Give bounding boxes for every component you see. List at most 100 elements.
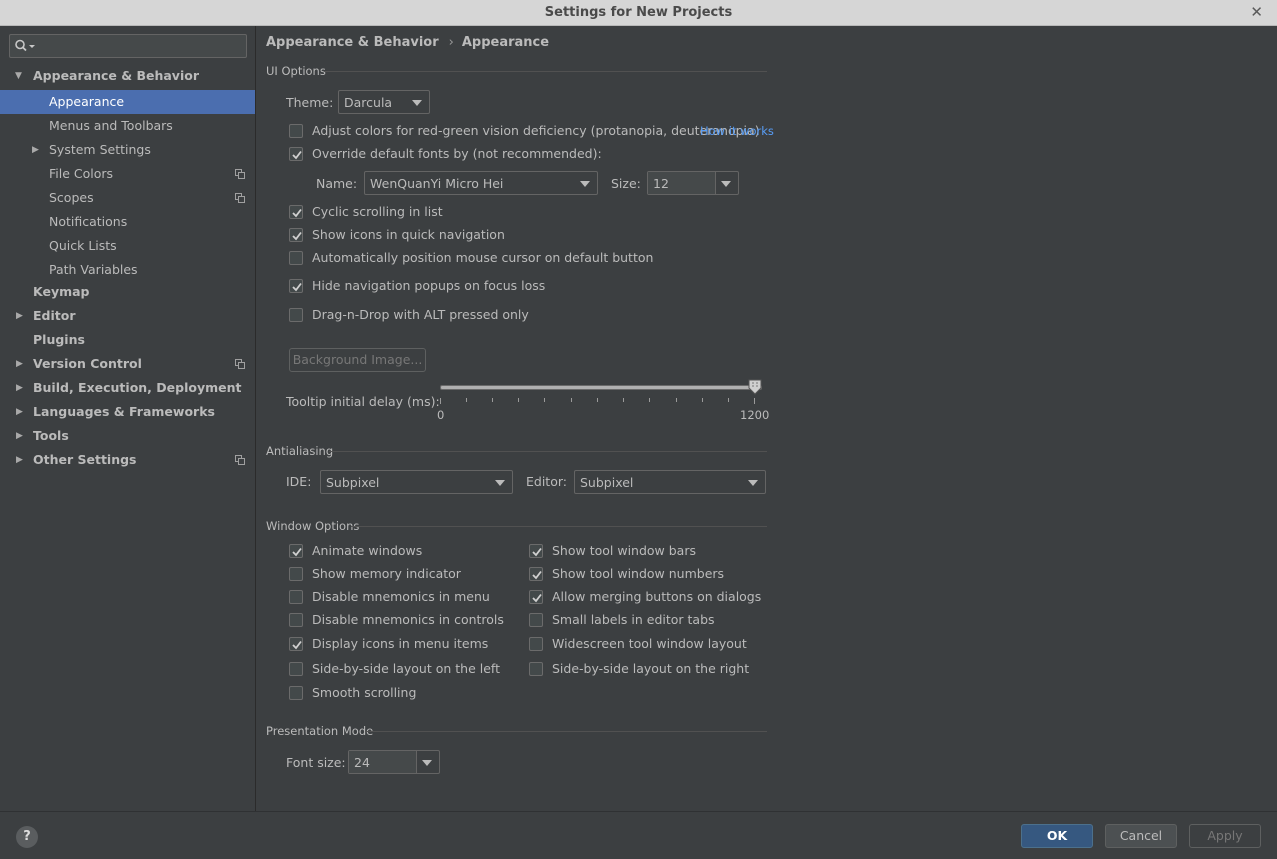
drag-alt-checkbox[interactable]: Drag-n-Drop with ALT pressed only [289, 306, 529, 324]
sidebar-item-tools[interactable]: ▶ Tools [0, 424, 255, 448]
disable-mnemonics-controls-checkbox[interactable]: Disable mnemonics in controls [289, 611, 504, 629]
sidebar-item-other-settings[interactable]: ▶ Other Settings [0, 448, 255, 472]
checkbox-label: Drag-n-Drop with ALT pressed only [312, 307, 529, 322]
chevron-down-icon [412, 100, 422, 106]
close-icon[interactable]: ✕ [1250, 3, 1263, 21]
sidebar-item-editor[interactable]: ▶ Editor [0, 304, 255, 328]
collapsed-arrow-icon: ▶ [32, 145, 39, 155]
chevron-down-icon [748, 480, 758, 486]
cancel-button[interactable]: Cancel [1105, 824, 1177, 848]
small-labels-tabs-checkbox[interactable]: Small labels in editor tabs [529, 611, 715, 629]
window-title: Settings for New Projects [544, 5, 733, 20]
sidebar-item-system-settings[interactable]: ▶ System Settings [0, 138, 255, 162]
display-icons-menu-checkbox[interactable]: Display icons in menu items [289, 635, 488, 653]
color-deficiency-checkbox[interactable]: Adjust colors for red-green vision defic… [289, 122, 760, 140]
slider-thumb-icon[interactable] [748, 379, 762, 395]
animate-windows-checkbox[interactable]: Animate windows [289, 542, 422, 560]
checkbox-box [529, 590, 543, 604]
font-name-label: Name: [316, 176, 358, 191]
checkbox-box [289, 147, 303, 161]
checkbox-box [289, 544, 303, 558]
apply-button[interactable]: Apply [1189, 824, 1261, 848]
checkbox-box [529, 662, 543, 676]
theme-select[interactable]: Darcula [338, 90, 430, 114]
editor-aa-select[interactable]: Subpixel [574, 470, 766, 494]
collapsed-arrow-icon: ▶ [16, 407, 23, 417]
sidebar-item-label: File Colors [49, 166, 114, 181]
auto-position-cursor-checkbox[interactable]: Automatically position mouse cursor on d… [289, 249, 653, 267]
window-options-title: Window Options [266, 519, 360, 533]
sidebar-item-scopes[interactable]: Scopes [0, 186, 255, 210]
project-copy-icon [235, 455, 245, 465]
sidebar-item-label: Scopes [49, 190, 94, 205]
sidebar-item-build-execution-deployment[interactable]: ▶ Build, Execution, Deployment [0, 376, 255, 400]
breadcrumb-parent[interactable]: Appearance & Behavior [266, 35, 439, 50]
hide-popups-checkbox[interactable]: Hide navigation popups on focus loss [289, 277, 545, 295]
allow-merging-buttons-checkbox[interactable]: Allow merging buttons on dialogs [529, 588, 761, 606]
disable-mnemonics-menu-checkbox[interactable]: Disable mnemonics in menu [289, 588, 490, 606]
sidebar-item-label: Notifications [49, 214, 128, 229]
show-memory-indicator-checkbox[interactable]: Show memory indicator [289, 565, 461, 583]
checkbox-label: Side-by-side layout on the right [552, 661, 750, 676]
sidebar-item-appearance-behavior[interactable]: ▼ Appearance & Behavior [0, 64, 255, 88]
checkmark-icon [532, 593, 542, 603]
sidebar-item-appearance[interactable]: Appearance [0, 90, 255, 114]
side-by-side-left-checkbox[interactable]: Side-by-side layout on the left [289, 660, 500, 678]
checkmark-icon [292, 640, 302, 650]
ok-button[interactable]: OK [1021, 824, 1093, 848]
title-bar: Settings for New Projects ✕ [0, 0, 1277, 26]
widescreen-layout-checkbox[interactable]: Widescreen tool window layout [529, 635, 747, 653]
show-tool-window-numbers-checkbox[interactable]: Show tool window numbers [529, 565, 724, 583]
settings-sidebar: ▼ Appearance & Behavior Appearance Menus… [0, 26, 256, 811]
sidebar-item-path-variables[interactable]: Path Variables [0, 258, 255, 282]
checkbox-box [289, 686, 303, 700]
override-fonts-checkbox[interactable]: Override default fonts by (not recommend… [289, 145, 602, 163]
checkbox-label: Adjust colors for red-green vision defic… [312, 123, 760, 138]
chevron-down-icon [721, 181, 731, 187]
combo-divider [715, 172, 716, 194]
cyclic-scrolling-checkbox[interactable]: Cyclic scrolling in list [289, 203, 443, 221]
checkbox-label: Smooth scrolling [312, 685, 417, 700]
ide-aa-select[interactable]: Subpixel [320, 470, 513, 494]
checkbox-label: Small labels in editor tabs [552, 612, 715, 627]
sidebar-item-plugins[interactable]: Plugins [0, 328, 255, 352]
sidebar-item-notifications[interactable]: Notifications [0, 210, 255, 234]
sidebar-item-menus-toolbars[interactable]: Menus and Toolbars [0, 114, 255, 138]
ide-aa-value: Subpixel [326, 475, 380, 490]
checkmark-icon [532, 570, 542, 580]
checkbox-label: Show tool window numbers [552, 566, 725, 581]
help-button[interactable]: ? [16, 826, 38, 848]
sidebar-item-languages-frameworks[interactable]: ▶ Languages & Frameworks [0, 400, 255, 424]
font-size-combo[interactable]: 12 [647, 171, 739, 195]
sidebar-item-label: Other Settings [33, 452, 137, 467]
smooth-scrolling-checkbox[interactable]: Smooth scrolling [289, 684, 416, 702]
checkbox-box [289, 308, 303, 322]
search-input[interactable] [9, 34, 247, 58]
expanded-arrow-icon: ▼ [15, 71, 22, 81]
chevron-down-icon [422, 760, 432, 766]
sidebar-item-quick-lists[interactable]: Quick Lists [0, 234, 255, 258]
theme-label: Theme: [286, 95, 334, 110]
show-tool-window-bars-checkbox[interactable]: Show tool window bars [529, 542, 696, 560]
checkmark-icon [292, 208, 302, 218]
checkmark-icon [292, 150, 302, 160]
sidebar-item-label: Quick Lists [49, 238, 117, 253]
show-icons-checkbox[interactable]: Show icons in quick navigation [289, 226, 505, 244]
sidebar-item-file-colors[interactable]: File Colors [0, 162, 255, 186]
checkbox-box [289, 613, 303, 627]
font-name-select[interactable]: WenQuanYi Micro Hei [364, 171, 598, 195]
sidebar-item-keymap[interactable]: Keymap [0, 280, 255, 304]
tooltip-delay-slider[interactable] [440, 385, 762, 390]
presentation-font-size-combo[interactable]: 24 [348, 750, 440, 774]
sidebar-item-label: Languages & Frameworks [33, 404, 215, 419]
background-image-button[interactable]: Background Image... [289, 348, 426, 372]
tooltip-min-label: 0 [437, 408, 445, 422]
sidebar-item-version-control[interactable]: ▶ Version Control [0, 352, 255, 376]
checkbox-label: Show icons in quick navigation [312, 227, 505, 242]
side-by-side-right-checkbox[interactable]: Side-by-side layout on the right [529, 660, 749, 678]
sidebar-item-label: Appearance [49, 94, 125, 109]
combo-divider [416, 751, 417, 773]
how-it-works-link[interactable]: How it works [700, 124, 774, 138]
settings-content: Appearance & Behavior › Appearance UI Opti… [256, 26, 1277, 811]
checkbox-box [289, 662, 303, 676]
